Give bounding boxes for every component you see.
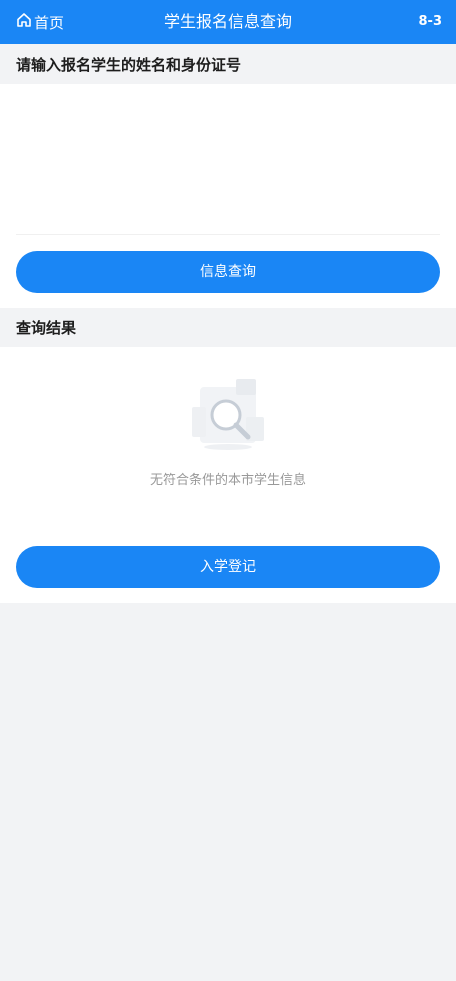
query-section-title: 请输入报名学生的姓名和身份证号 <box>16 56 242 74</box>
result-section-title: 查询结果 <box>16 319 77 337</box>
info-query-button[interactable]: 信息查询 <box>16 251 440 293</box>
top-bar: 首页 学生报名信息查询 8-3 <box>0 0 456 44</box>
empty-result-text: 无符合条件的本市学生信息 <box>149 473 306 488</box>
search-empty-icon <box>186 377 270 453</box>
result-panel: 无符合条件的本市学生信息 入学登记 <box>0 347 456 603</box>
student-info-input-area[interactable] <box>16 84 440 235</box>
page-title: 学生报名信息查询 <box>163 12 292 31</box>
query-panel: 信息查询 <box>0 84 456 308</box>
enrollment-register-button[interactable]: 入学登记 <box>16 546 440 588</box>
version-label: 8-3 <box>418 14 443 29</box>
